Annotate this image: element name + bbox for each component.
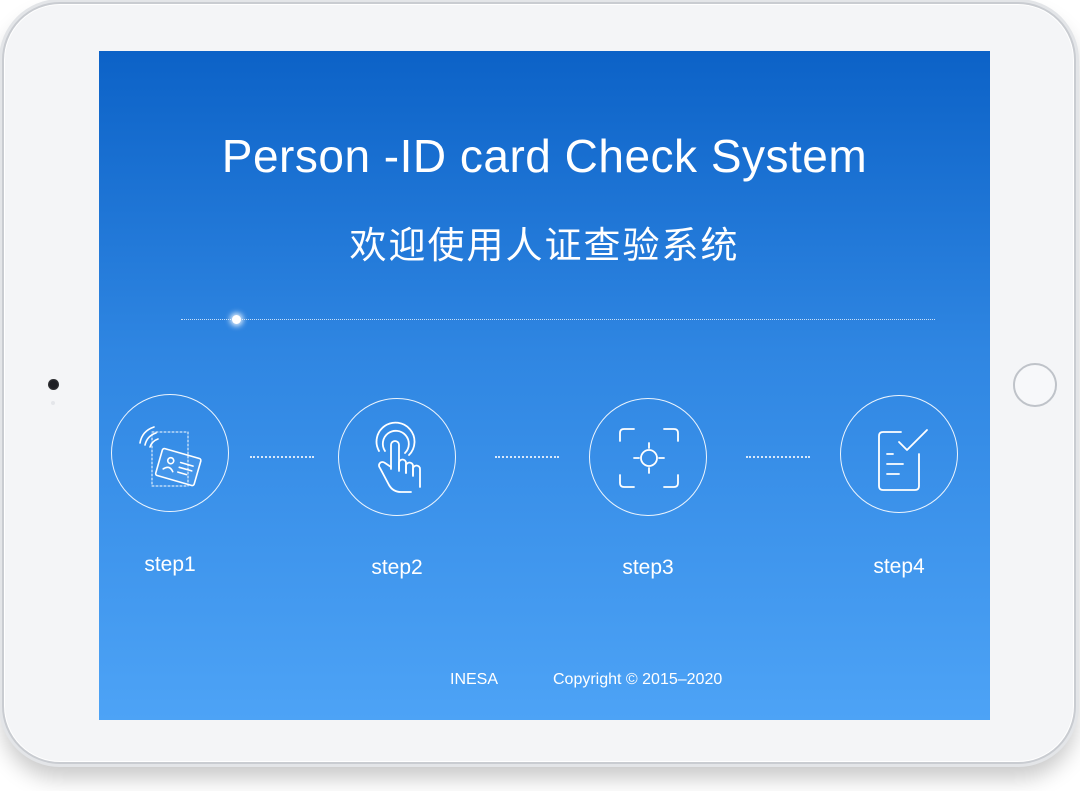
step2-button[interactable]	[338, 398, 456, 516]
step3-button[interactable]	[589, 398, 707, 516]
step2-label: step2	[371, 556, 423, 579]
step-connector	[746, 456, 810, 458]
step4-button[interactable]	[840, 395, 958, 513]
touch-finger-icon	[375, 421, 421, 493]
light-sensor	[51, 401, 55, 405]
front-camera	[48, 379, 59, 390]
step-connector	[495, 456, 559, 458]
tablet-frame: Person -ID card Check System 欢迎使用人证查验系统	[2, 2, 1076, 764]
step1-label: step1	[144, 553, 196, 576]
page-subtitle: 欢迎使用人证查验系统	[349, 224, 740, 267]
progress-indicator	[232, 315, 241, 324]
face-scan-icon	[619, 428, 679, 488]
step-connector	[250, 456, 314, 458]
home-button[interactable]	[1013, 363, 1057, 407]
footer-copyright: Copyright © 2015–2020	[553, 671, 723, 688]
app-screen: Person -ID card Check System 欢迎使用人证查验系统	[99, 51, 990, 720]
step1-button[interactable]	[111, 394, 229, 512]
step3-label: step3	[622, 556, 674, 579]
page-title: Person -ID card Check System	[221, 130, 868, 182]
id-card-nfc-icon	[139, 426, 202, 487]
footer-company: INESA	[450, 671, 499, 688]
progress-track	[181, 319, 935, 320]
checklist-document-icon	[878, 429, 928, 491]
step4-label: step4	[873, 555, 925, 578]
